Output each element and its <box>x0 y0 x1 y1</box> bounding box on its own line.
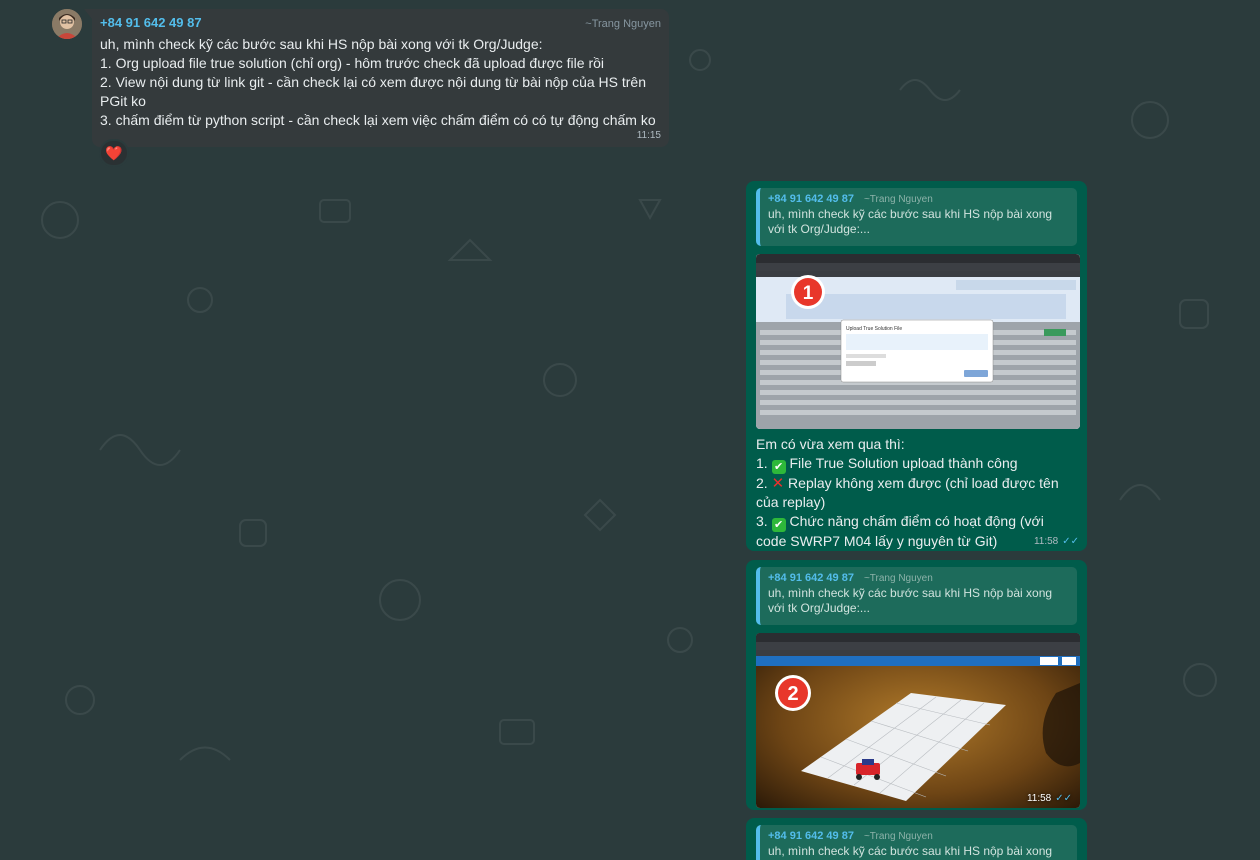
incoming-message[interactable]: +84 91 642 49 87 ~Trang Nguyen uh, mình … <box>84 9 669 147</box>
sender-name: ~Trang Nguyen <box>585 18 661 30</box>
message-line: uh, mình check kỹ các bước sau khi HS nộ… <box>100 36 543 52</box>
quote-phone: +84 91 642 49 87 <box>768 193 854 205</box>
quoted-reply[interactable]: +84 91 642 49 87 ~Trang Nguyen uh, mình … <box>756 188 1077 246</box>
check-icon: ✔ <box>771 460 786 474</box>
quoted-reply[interactable]: +84 91 642 49 87 ~Trang Nguyen uh, mình … <box>756 567 1077 625</box>
heart-icon: ❤️ <box>105 144 123 161</box>
message-time: 11:15 <box>636 130 661 141</box>
dialog-title: Upload True Solution File <box>846 326 902 332</box>
result-item: Replay không xem được (chỉ load được tên… <box>756 475 1063 510</box>
quote-name: ~Trang Nguyen <box>863 573 933 584</box>
avatar[interactable] <box>52 9 82 39</box>
screenshot-image[interactable]: Upload True Solution File 1 <box>756 254 1080 429</box>
quote-phone: +84 91 642 49 87 <box>768 830 854 842</box>
quote-text: uh, mình check kỹ các bước sau khi HS nộ… <box>768 844 1053 860</box>
quote-name: ~Trang Nguyen <box>863 194 933 205</box>
quote-text: uh, mình check kỹ các bước sau khi HS nộ… <box>768 207 1053 236</box>
double-check-icon: ✓✓ <box>1055 793 1072 804</box>
step-badge: 2 <box>787 683 798 705</box>
message-line: 1. Org upload file true solution (chỉ or… <box>100 55 604 71</box>
reaction-heart[interactable]: ❤️ <box>99 139 129 167</box>
quote-name: ~Trang Nguyen <box>863 831 933 842</box>
cross-icon: ✕ <box>771 475 785 492</box>
outgoing-message[interactable]: +84 91 642 49 87 ~Trang Nguyen uh, mình … <box>746 818 1087 860</box>
avatar-photo <box>52 9 82 39</box>
outgoing-message[interactable]: +84 91 642 49 87 ~Trang Nguyen uh, mình … <box>746 560 1087 810</box>
message-time: 11:58 ✓✓ <box>1026 793 1072 804</box>
message-time: 11:58 ✓✓ <box>1033 536 1079 547</box>
screenshot-3d-replay: 2 <box>756 633 1080 808</box>
double-check-icon: ✓✓ <box>1062 536 1079 547</box>
sender-phone[interactable]: +84 91 642 49 87 <box>100 15 202 30</box>
message-line: 2. View nội dung từ link git - cần check… <box>100 74 650 109</box>
quote-phone: +84 91 642 49 87 <box>768 572 854 584</box>
check-icon: ✔ <box>771 518 786 532</box>
screenshot-upload-dialog: Upload True Solution File 1 <box>756 254 1080 429</box>
result-item: File True Solution upload thành công <box>789 455 1018 471</box>
outgoing-message[interactable]: +84 91 642 49 87 ~Trang Nguyen uh, mình … <box>746 181 1087 551</box>
step-badge: 1 <box>803 283 814 304</box>
quoted-reply[interactable]: +84 91 642 49 87 ~Trang Nguyen uh, mình … <box>756 825 1077 860</box>
result-item: Chức năng chấm điểm có hoạt động (với co… <box>756 513 1048 549</box>
intro-line: Em có vừa xem qua thì: <box>756 436 905 452</box>
screenshot-image[interactable]: 2 11:58 ✓✓ <box>756 633 1080 808</box>
message-line: 3. chấm điểm từ python script - cần chec… <box>100 112 656 128</box>
quote-text: uh, mình check kỹ các bước sau khi HS nộ… <box>768 586 1053 615</box>
